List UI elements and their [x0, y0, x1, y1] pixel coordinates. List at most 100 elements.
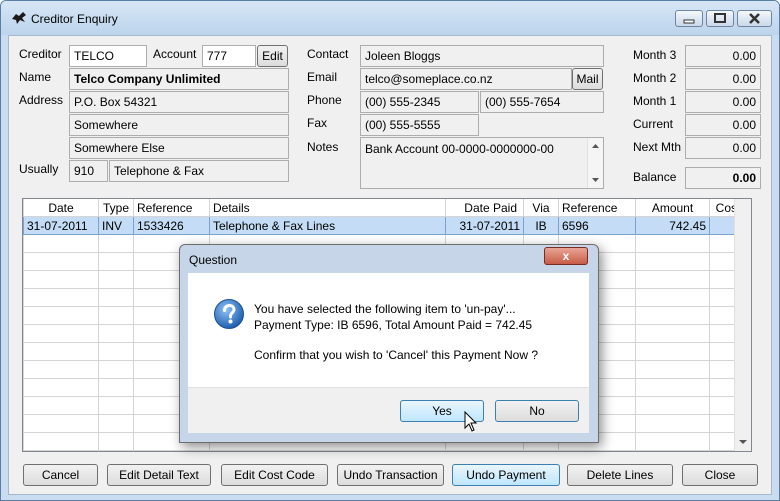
nextmth-field: 0.00: [685, 137, 761, 159]
minimize-icon: [683, 19, 695, 24]
grid-scrollbar[interactable]: [734, 199, 751, 451]
grid-cell: [98, 396, 134, 415]
window-close-button[interactable]: [737, 10, 772, 27]
question-dialog: Question x You have selected the followi…: [179, 244, 599, 443]
grid-cell: [98, 234, 134, 253]
grid-cell: [635, 288, 710, 307]
grid-cell: [98, 378, 134, 397]
address-line-3: Somewhere Else: [69, 137, 289, 159]
edit-detail-text-button[interactable]: Edit Detail Text: [107, 464, 211, 486]
scroll-up-icon: [592, 144, 599, 148]
cell-amount: 742.45: [635, 216, 710, 235]
address-line-1: P.O. Box 54321: [69, 91, 289, 113]
grid-cell: [23, 378, 99, 397]
month1-field: 0.00: [685, 91, 761, 113]
current-field: 0.00: [685, 114, 761, 136]
cell-date: 31-07-2011: [23, 216, 99, 235]
grid-cell: [23, 234, 99, 253]
edit-cost-code-button[interactable]: Edit Cost Code: [221, 464, 328, 486]
account-field[interactable]: 777: [202, 45, 256, 67]
dialog-line-2: Payment Type: IB 6596, Total Amount Paid…: [254, 318, 533, 332]
close-button[interactable]: Close: [682, 464, 758, 486]
account-label: Account: [153, 47, 197, 61]
dialog-line-3: Confirm that you wish to 'Cancel' this P…: [254, 348, 539, 362]
nextmth-label: Next Mth: [633, 140, 682, 154]
col-header-details[interactable]: Details: [209, 199, 446, 217]
col-header-amount[interactable]: Amount: [635, 199, 710, 217]
col-header-date[interactable]: Date: [23, 199, 99, 217]
col-header-reference[interactable]: Reference: [133, 199, 210, 217]
name-label: Name: [19, 70, 52, 84]
cell-type: INV: [98, 216, 134, 235]
delete-lines-button[interactable]: Delete Lines: [567, 464, 673, 486]
fax-label: Fax: [307, 116, 328, 130]
scroll-down-icon: [739, 440, 747, 444]
grid-cell: [23, 270, 99, 289]
cell-reference: 1533426: [133, 216, 210, 235]
grid-cell: [98, 414, 134, 433]
creditor-code-field[interactable]: TELCO: [69, 45, 147, 67]
no-button[interactable]: No: [495, 400, 579, 422]
dialog-line-1: You have selected the following item to …: [254, 302, 516, 316]
creditor-label: Creditor: [19, 47, 62, 61]
grid-cell: [635, 252, 710, 271]
notes-text: Bank Account 00-0000-0000000-00: [365, 142, 554, 156]
mail-button[interactable]: Mail: [572, 68, 603, 90]
cell-date-paid: 31-07-2011: [445, 216, 524, 235]
grid-header-row: Date Type Reference Details Date Paid Vi…: [23, 199, 747, 217]
maximize-icon: [714, 13, 726, 23]
phone-label: Phone: [307, 93, 342, 107]
grid-cell: [98, 324, 134, 343]
edit-account-button[interactable]: Edit: [257, 45, 288, 67]
balance-label: Balance: [633, 170, 677, 184]
dialog-message-area: You have selected the following item to …: [188, 273, 589, 387]
col-header-date-paid[interactable]: Date Paid: [445, 199, 524, 217]
name-field: Telco Company Unlimited: [69, 68, 289, 90]
notes-scrollbar[interactable]: [587, 138, 603, 188]
address-line-2: Somewhere: [69, 114, 289, 136]
grid-cell: [23, 306, 99, 325]
email-field: telco@someplace.co.nz: [360, 68, 572, 90]
col-header-via[interactable]: Via: [523, 199, 559, 217]
grid-cell: [23, 360, 99, 379]
notes-field[interactable]: Bank Account 00-0000-0000000-00: [360, 137, 604, 189]
usually-desc-field: Telephone & Fax: [109, 160, 289, 182]
grid-cell: [23, 324, 99, 343]
grid-cell: [23, 342, 99, 361]
grid-cell: [23, 288, 99, 307]
usually-code-field: 910: [69, 160, 108, 182]
minimize-button[interactable]: [675, 10, 703, 27]
cell-payment-reference: 6596: [558, 216, 636, 235]
undo-transaction-button[interactable]: Undo Transaction: [337, 464, 444, 486]
cancel-button[interactable]: Cancel: [23, 464, 98, 486]
phone-2-field: (00) 555-7654: [480, 91, 604, 113]
dialog-close-button[interactable]: x: [544, 247, 588, 265]
grid-cell: [98, 252, 134, 271]
balance-field: 0.00: [685, 167, 761, 189]
mouse-cursor-icon: [464, 411, 478, 432]
month3-field: 0.00: [685, 45, 761, 67]
month1-label: Month 1: [633, 94, 677, 108]
grid-cell: [635, 306, 710, 325]
notes-label: Notes: [307, 140, 339, 154]
dialog-button-area: Yes No: [188, 387, 589, 433]
grid-cell: [635, 342, 710, 361]
title-bar: Creditor Enquiry: [1, 1, 779, 35]
col-header-type[interactable]: Type: [98, 199, 134, 217]
phone-1-field: (00) 555-2345: [360, 91, 479, 113]
scroll-down-icon: [592, 178, 599, 182]
undo-payment-button[interactable]: Undo Payment: [452, 464, 560, 486]
month2-field: 0.00: [685, 68, 761, 90]
grid-cell: [635, 414, 710, 433]
contact-label: Contact: [307, 47, 349, 61]
cell-details: Telephone & Fax Lines: [209, 216, 446, 235]
grid-cell: [98, 360, 134, 379]
grid-cell: [635, 396, 710, 415]
grid-cell: [98, 432, 134, 451]
col-header-payment-reference[interactable]: Reference: [558, 199, 636, 217]
table-row[interactable]: 31-07-2011 INV 1533426 Telephone & Fax L…: [23, 216, 747, 235]
grid-cell: [98, 270, 134, 289]
grid-cell: [635, 378, 710, 397]
month2-label: Month 2: [633, 71, 677, 85]
maximize-button[interactable]: [706, 10, 734, 27]
